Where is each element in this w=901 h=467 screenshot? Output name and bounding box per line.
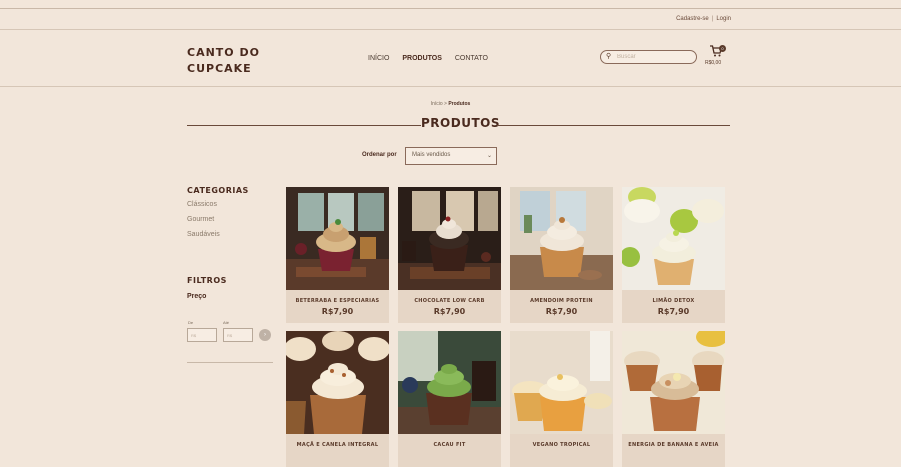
product-image[interactable] <box>286 331 389 434</box>
product-name[interactable]: CACAU FIT <box>398 434 501 448</box>
sidebar-divider <box>187 362 273 363</box>
login-link[interactable]: Login <box>716 16 731 22</box>
price-label: Preço <box>187 293 207 300</box>
product-info: AMENDOIM PROTEIN R$7,90 <box>510 290 613 323</box>
product-price: R$7,90 <box>433 307 466 316</box>
sidebar: CATEGORIAS Clássicos Gourmet Saudáveis F… <box>187 186 275 363</box>
product-card[interactable]: ENERGIA DE BANANA E AVEIA <box>622 331 725 467</box>
cart-total: R$0,00 <box>705 60 722 66</box>
product-card[interactable]: AMENDOIM PROTEIN R$7,90 <box>510 187 613 323</box>
auth-links: Cadastre-se | Login <box>676 16 731 22</box>
filters-title: FILTROS <box>187 276 227 285</box>
title-divider-left <box>187 125 421 126</box>
page-title-row: PRODUTOS <box>187 116 730 136</box>
register-link[interactable]: Cadastre-se <box>676 16 709 22</box>
product-name[interactable]: VEGANO TROPICAL <box>510 434 613 448</box>
apply-price-filter-button[interactable]: › <box>259 329 271 341</box>
auth-separator: | <box>711 16 714 22</box>
product-image[interactable] <box>510 187 613 290</box>
nav-home[interactable]: INÍCIO <box>368 55 389 62</box>
product-name[interactable]: LIMÃO DETOX <box>622 290 725 304</box>
product-price: R$7,90 <box>657 307 690 316</box>
product-name[interactable]: AMENDOIM PROTEIN <box>510 290 613 304</box>
nav-products[interactable]: PRODUTOS <box>402 55 442 62</box>
utility-bar: Cadastre-se | Login <box>0 9 901 30</box>
category-gourmet[interactable]: Gourmet <box>187 216 275 226</box>
logo-line-2: CUPCAKE <box>187 62 252 75</box>
chevron-down-icon: ⌄ <box>486 153 492 159</box>
product-info: ENERGIA DE BANANA E AVEIA <box>622 434 725 467</box>
sort-select[interactable]: Mais vendidos ⌄ <box>405 147 497 165</box>
cart-count-badge: 0 <box>719 45 726 52</box>
product-info: CACAU FIT <box>398 434 501 467</box>
breadcrumb-current: Produtos <box>448 101 471 107</box>
product-price: R$7,90 <box>321 307 354 316</box>
price-from-placeholder: R$ <box>191 333 197 338</box>
product-image[interactable] <box>398 331 501 434</box>
cart-button[interactable]: 0 R$0,00 <box>705 45 729 69</box>
category-classicos[interactable]: Clássicos <box>187 201 275 211</box>
page-title: PRODUTOS <box>421 116 500 130</box>
breadcrumb-separator: > <box>444 101 447 107</box>
product-image[interactable] <box>398 187 501 290</box>
product-info: MAÇÃ E CANELA INTEGRAL <box>286 434 389 467</box>
search-box: ⚲ <box>600 50 697 64</box>
logo-line-1: CANTO DO <box>187 46 260 59</box>
site-header: CANTO DO CUPCAKE INÍCIO PRODUTOS CONTATO… <box>0 30 901 87</box>
filters-section: FILTROS Preço De Até R$ R$ › <box>187 276 271 342</box>
product-image[interactable] <box>622 331 725 434</box>
product-name[interactable]: BETERRABA E ESPECIARIAS <box>286 290 389 304</box>
product-price: R$7,90 <box>545 307 578 316</box>
price-from-label: De <box>188 320 194 325</box>
category-saudaveis[interactable]: Saudáveis <box>187 231 275 241</box>
sort-label: Ordenar por <box>362 152 397 158</box>
main-nav: INÍCIO PRODUTOS CONTATO <box>368 55 499 62</box>
search-icon[interactable]: ⚲ <box>606 52 611 60</box>
price-from-input[interactable]: R$ <box>187 328 217 342</box>
title-divider-right <box>497 125 730 126</box>
category-list: Clássicos Gourmet Saudáveis <box>187 201 275 241</box>
breadcrumb-home[interactable]: Início <box>431 101 443 107</box>
product-card[interactable]: BETERRABA E ESPECIARIAS R$7,90 <box>286 187 389 323</box>
product-info: VEGANO TROPICAL <box>510 434 613 467</box>
product-name[interactable]: CHOCOLATE LOW CARB <box>398 290 501 304</box>
product-info: LIMÃO DETOX R$7,90 <box>622 290 725 323</box>
product-name[interactable]: ENERGIA DE BANANA E AVEIA <box>622 434 725 448</box>
price-to-placeholder: R$ <box>227 333 233 338</box>
product-card[interactable]: CACAU FIT <box>398 331 501 467</box>
sort-selected-value: Mais vendidos <box>412 152 451 158</box>
product-info: CHOCOLATE LOW CARB R$7,90 <box>398 290 501 323</box>
nav-contact[interactable]: CONTATO <box>455 55 488 62</box>
categories-title: CATEGORIAS <box>187 186 249 195</box>
breadcrumb: Início > Produtos <box>0 101 901 107</box>
product-card[interactable]: VEGANO TROPICAL <box>510 331 613 467</box>
price-to-label: Até <box>223 320 230 325</box>
site-logo[interactable]: CANTO DO CUPCAKE <box>187 45 267 77</box>
product-card[interactable]: CHOCOLATE LOW CARB R$7,90 <box>398 187 501 323</box>
product-name[interactable]: MAÇÃ E CANELA INTEGRAL <box>286 434 389 448</box>
product-card[interactable]: LIMÃO DETOX R$7,90 <box>622 187 725 323</box>
product-image[interactable] <box>510 331 613 434</box>
product-image[interactable] <box>622 187 725 290</box>
search-input[interactable] <box>617 52 687 61</box>
product-card[interactable]: MAÇÃ E CANELA INTEGRAL <box>286 331 389 467</box>
product-info: BETERRABA E ESPECIARIAS R$7,90 <box>286 290 389 323</box>
price-to-input[interactable]: R$ <box>223 328 253 342</box>
product-image[interactable] <box>286 187 389 290</box>
